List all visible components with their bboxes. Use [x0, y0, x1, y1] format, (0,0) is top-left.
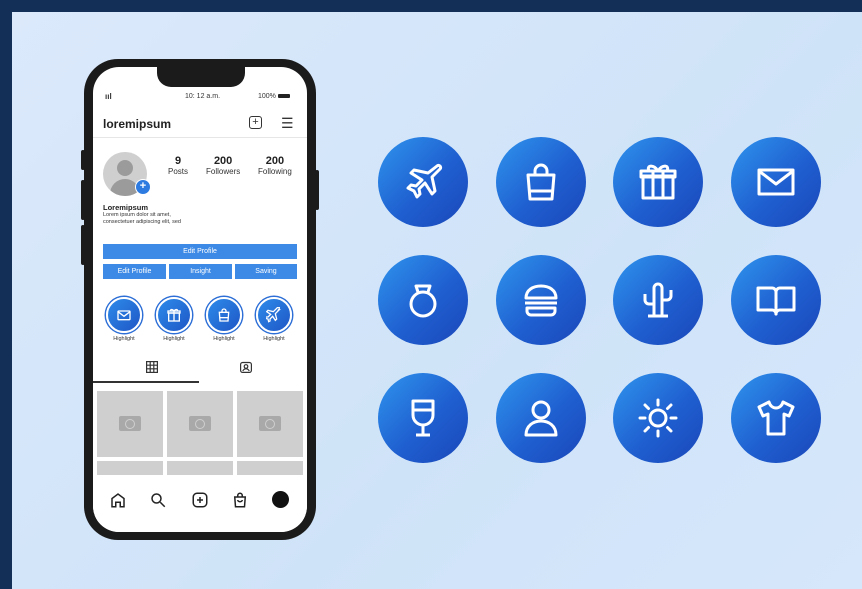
- home-icon[interactable]: [109, 491, 127, 509]
- highlight-circle: [156, 297, 192, 333]
- burger-icon: [524, 284, 558, 317]
- photo-placeholder[interactable]: [167, 391, 233, 457]
- stat-label: Following: [258, 167, 292, 176]
- phone-screen: ııl 10: 12 a.m. 100% loremipsum + ☰ + 9 …: [93, 67, 307, 532]
- icon-gift: [613, 137, 703, 227]
- mail-icon: [117, 310, 131, 321]
- cactus-icon: [643, 282, 673, 318]
- highlight-plane[interactable]: Highlight: [255, 297, 293, 342]
- signal-icon: ııl: [105, 92, 112, 101]
- camera-icon: [189, 416, 211, 431]
- active-tab-indicator: [93, 381, 199, 383]
- stat-following[interactable]: 200 Following: [258, 155, 292, 176]
- highlight-gift[interactable]: Highlight: [155, 297, 193, 342]
- status-time: 10: 12 a.m.: [185, 93, 221, 100]
- icon-ring: [378, 255, 468, 345]
- bio-line: consectetuer adipiscing elit, sed: [103, 219, 181, 225]
- phone-volume-button: [81, 180, 85, 220]
- airplane-icon: [406, 163, 443, 199]
- highlight-label: Highlight: [263, 336, 285, 342]
- icon-sun: [613, 373, 703, 463]
- hamburger-menu-icon[interactable]: ☰: [281, 115, 294, 132]
- app-bar: loremipsum + ☰: [103, 115, 299, 133]
- gift-icon: [167, 308, 181, 322]
- tagged-person-icon[interactable]: [240, 361, 252, 373]
- shopping-bag-icon: [218, 308, 230, 322]
- bottom-nav: [93, 475, 307, 532]
- avatar-head: [117, 160, 133, 176]
- profile-tabs: [93, 357, 307, 381]
- photo-placeholder[interactable]: [97, 391, 163, 457]
- phone-volume-button: [81, 150, 85, 170]
- airplane-icon: [266, 307, 281, 323]
- gift-icon: [639, 164, 677, 200]
- profile-bio: Lorem ipsum dolor sit amet, consectetuer…: [103, 212, 213, 226]
- phone-volume-button: [81, 225, 85, 265]
- edit-profile-main-button[interactable]: Edit Profile: [103, 244, 297, 259]
- book-icon: [756, 286, 796, 316]
- stat-label: Posts: [168, 167, 189, 176]
- icon-tshirt: [731, 373, 821, 463]
- camera-icon: [259, 416, 281, 431]
- battery-text: 100%: [258, 93, 276, 100]
- stat-value: 9: [174, 155, 182, 167]
- stat-label: Followers: [206, 167, 241, 176]
- mail-icon: [757, 168, 795, 196]
- icon-burger: [496, 255, 586, 345]
- sun-icon: [638, 398, 678, 438]
- camera-icon: [119, 416, 141, 431]
- insight-button[interactable]: Insight: [169, 264, 232, 279]
- user-icon: [524, 400, 558, 437]
- icon-shopping-bag: [496, 137, 586, 227]
- notch: [157, 67, 245, 87]
- profile-name: Loremipsum: [103, 203, 149, 212]
- search-icon[interactable]: [149, 491, 167, 509]
- highlight-label: Highlight: [163, 336, 185, 342]
- highlight-bag[interactable]: Highlight: [205, 297, 243, 342]
- background-left: [0, 0, 12, 589]
- background-top: [0, 0, 862, 12]
- highlight-mail[interactable]: Highlight: [105, 297, 143, 342]
- icon-wine-glass: [378, 373, 468, 463]
- shopping-bag-icon: [526, 163, 556, 201]
- wine-glass-icon: [411, 399, 435, 437]
- highlight-label: Highlight: [213, 336, 235, 342]
- photo-placeholder[interactable]: [237, 391, 303, 457]
- stat-posts[interactable]: 9 Posts: [168, 155, 188, 176]
- saving-button[interactable]: Saving: [235, 264, 297, 279]
- profile-username-header: loremipsum: [103, 117, 172, 131]
- stat-value: 200: [213, 155, 233, 167]
- icon-user: [496, 373, 586, 463]
- battery-icon: [277, 94, 290, 99]
- grid-icon[interactable]: [146, 361, 158, 373]
- tshirt-icon: [757, 400, 795, 436]
- edit-profile-button[interactable]: Edit Profile: [103, 264, 166, 279]
- icon-mail: [731, 137, 821, 227]
- icon-cactus: [613, 255, 703, 345]
- profile-avatar-icon[interactable]: [272, 491, 289, 508]
- ring-icon: [409, 284, 437, 318]
- shop-icon[interactable]: [231, 491, 249, 509]
- highlight-circle: [256, 297, 292, 333]
- highlight-label: Highlight: [113, 336, 135, 342]
- battery-indicator: 100%: [258, 93, 290, 100]
- stat-followers[interactable]: 200 Followers: [206, 155, 240, 176]
- phone-power-button: [315, 170, 319, 210]
- highlight-circle: [106, 297, 142, 333]
- add-post-icon[interactable]: [191, 491, 209, 509]
- icon-book: [731, 255, 821, 345]
- stat-value: 200: [265, 155, 285, 167]
- icon-airplane: [378, 137, 468, 227]
- add-story-icon[interactable]: +: [135, 179, 151, 195]
- plus-square-icon[interactable]: +: [249, 116, 262, 129]
- divider: [93, 137, 307, 138]
- highlight-circle: [206, 297, 242, 333]
- bio-line: Lorem ipsum dolor sit amet,: [103, 212, 171, 218]
